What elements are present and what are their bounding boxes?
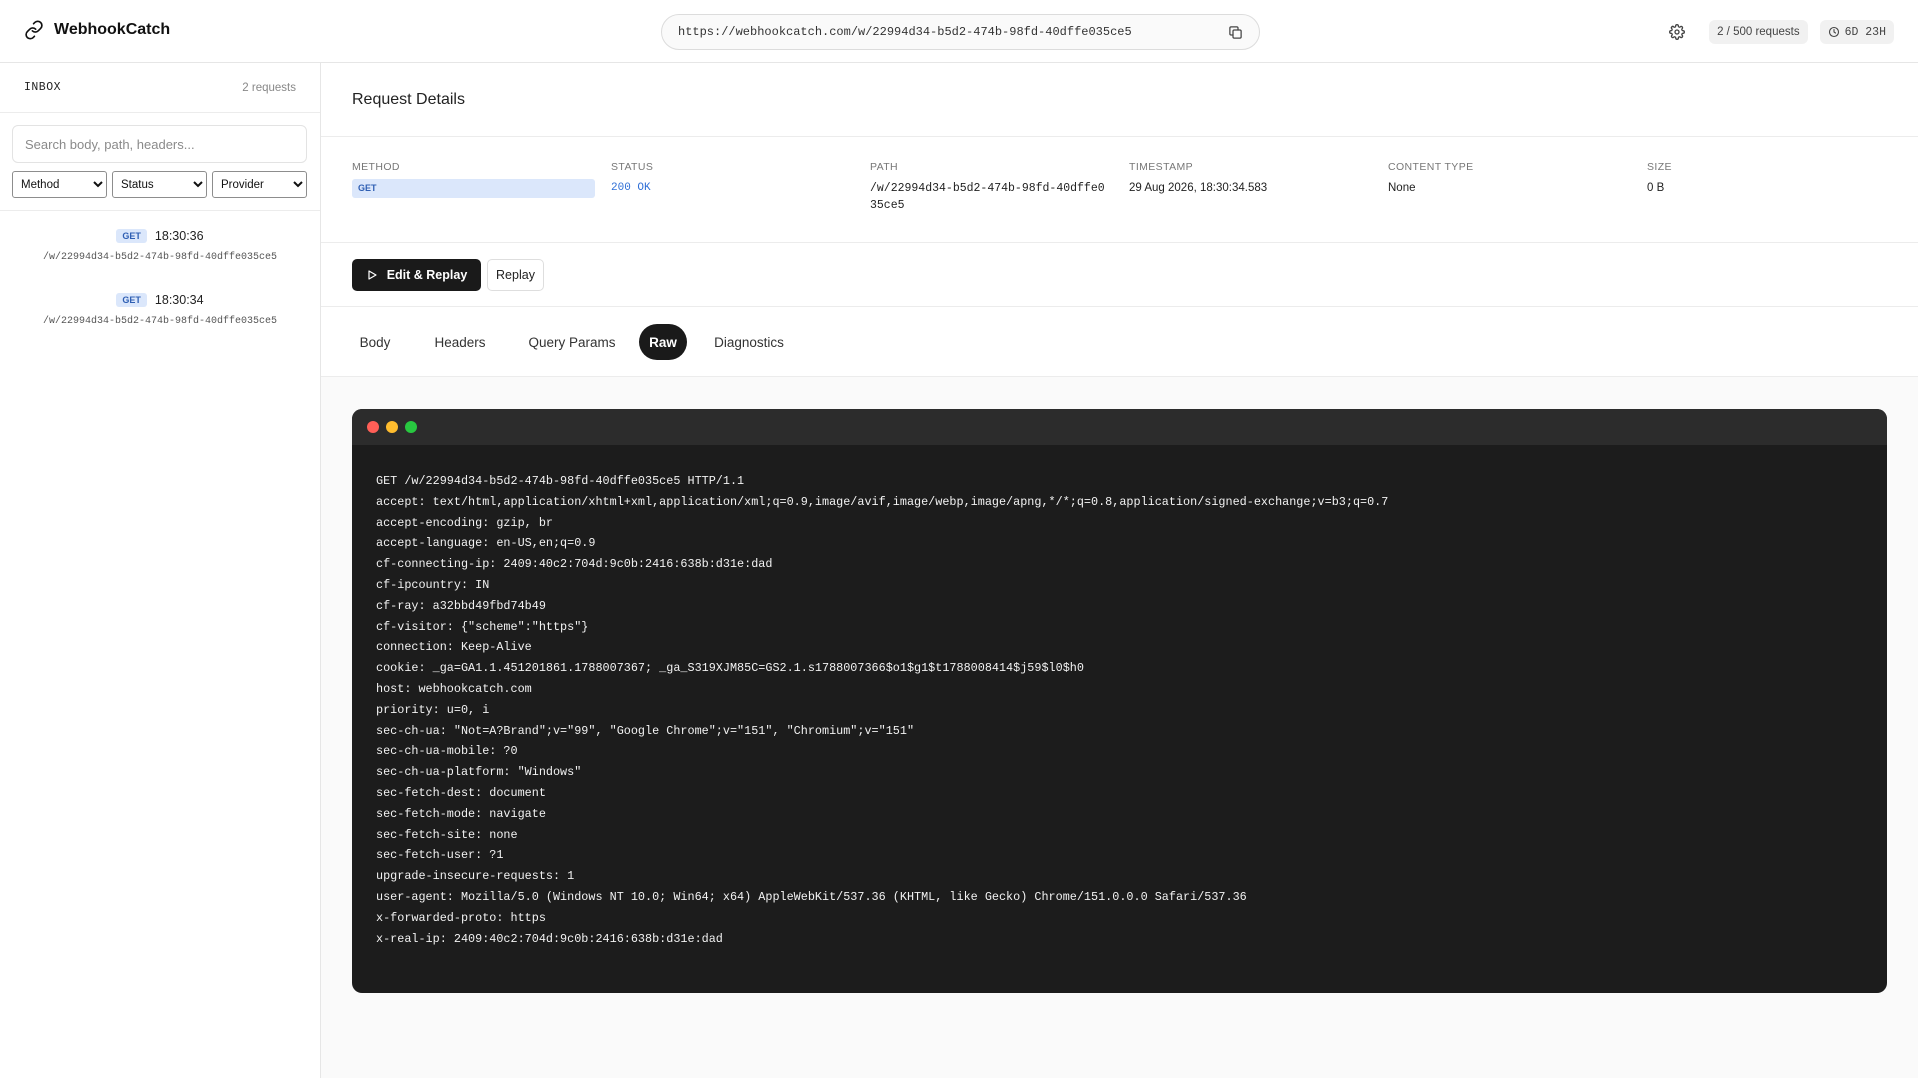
page-title: Request Details [352,91,465,108]
raw-line: connection: Keep-Alive [376,640,532,655]
inbox-header: INBOX 2 requests [0,63,320,113]
meta-content-type: CONTENT TYPE None [1388,161,1638,197]
main-panel: Request Details METHOD GET STATUS 200 OK… [321,63,1918,1078]
meta-status: STATUS 200 OK [611,161,861,197]
inbox-count: 2 requests [242,81,296,94]
link-icon [25,20,43,40]
request-meta: METHOD GET STATUS 200 OK PATH /w/22994d3… [321,137,1918,243]
tab-headers[interactable]: Headers [415,324,505,360]
raw-line: x-real-ip: 2409:40c2:704d:9c0b:2416:638b… [376,931,723,946]
request-path: /w/22994d34-b5d2-474b-98fd-40dffe035ce5 [42,316,278,327]
replay-label: Replay [496,268,535,282]
meta-label: STATUS [611,161,654,173]
top-bar: WebhookCatch https://webhookcatch.com/w/… [0,0,1918,63]
raw-line: cf-ray: a32bbd49fbd74b49 [376,598,546,613]
method-badge: GET [352,179,595,198]
timestamp-value: 29 Aug 2026, 18:30:34.583 [1129,182,1268,194]
raw-line: sec-fetch-site: none [376,827,518,842]
request-time: 18:30:34 [154,293,204,307]
meta-size: SIZE 0 B [1647,161,1897,197]
request-quota-text: 2 / 500 requests [1717,26,1800,38]
raw-line: sec-fetch-dest: document [376,785,546,800]
details-header: Request Details [321,63,1918,137]
raw-request-text[interactable]: GET /w/22994d34-b5d2-474b-98fd-40dffe035… [352,445,1887,975]
ttl-text: 6D 23H [1844,25,1886,39]
raw-line: sec-ch-ua-mobile: ?0 [376,744,518,759]
red-dot-icon [367,421,379,433]
webhook-url[interactable]: https://webhookcatch.com/w/22994d34-b5d2… [678,25,1225,39]
method-filter[interactable]: Method [12,171,107,198]
inbox-title: INBOX [24,81,62,94]
raw-line: accept-language: en-US,en;q=0.9 [376,536,596,551]
top-right-controls: 2 / 500 requests 6D 23H [1665,20,1894,44]
terminal-titlebar [352,409,1887,445]
search-input[interactable] [12,125,307,163]
tab-query-params[interactable]: Query Params [515,324,629,360]
raw-line: sec-fetch-mode: navigate [376,806,546,821]
request-time: 18:30:36 [154,229,204,243]
raw-line: cf-connecting-ip: 2409:40c2:704d:9c0b:24… [376,557,773,572]
raw-line: sec-ch-ua-platform: "Windows" [376,765,582,780]
meta-timestamp: TIMESTAMP 29 Aug 2026, 18:30:34.583 [1129,161,1379,197]
raw-line: user-agent: Mozilla/5.0 (Windows NT 10.0… [376,889,1247,904]
raw-line: sec-fetch-user: ?1 [376,848,504,863]
replay-button[interactable]: Replay [487,259,544,291]
sidebar-divider [0,210,320,211]
edit-replay-label: Edit & Replay [386,268,468,282]
clock-icon [1828,26,1839,38]
request-path: /w/22994d34-b5d2-474b-98fd-40dffe035ce5 [42,252,278,263]
sidebar: INBOX 2 requests Method Status Provider … [0,63,321,1078]
tab-body[interactable]: Body [345,324,405,360]
raw-line: sec-ch-ua: "Not=A?Brand";v="99", "Google… [376,723,915,738]
edit-replay-button[interactable]: Edit & Replay [352,259,481,291]
request-list: GET 18:30:36 /w/22994d34-b5d2-474b-98fd-… [0,226,320,354]
copy-icon[interactable] [1225,22,1245,42]
raw-line: accept-encoding: gzip, br [376,515,553,530]
raw-line: cf-ipcountry: IN [376,577,490,592]
meta-label: SIZE [1647,161,1672,173]
meta-label: CONTENT TYPE [1388,161,1474,173]
gear-icon[interactable] [1665,20,1689,44]
tab-raw[interactable]: Raw [639,324,687,360]
meta-label: TIMESTAMP [1129,161,1194,173]
path-value: /w/22994d34-b5d2-474b-98fd-40dffe035ce5 [870,182,1105,212]
ttl-badge: 6D 23H [1819,20,1894,44]
request-list-item[interactable]: GET 18:30:34 /w/22994d34-b5d2-474b-98fd-… [0,290,320,354]
raw-line: accept: text/html,application/xhtml+xml,… [376,494,1389,509]
status-filter[interactable]: Status [112,171,207,198]
meta-label: METHOD [352,161,400,173]
raw-request-viewer: GET /w/22994d34-b5d2-474b-98fd-40dffe035… [352,409,1887,993]
content-type-value: None [1388,182,1416,194]
raw-line: upgrade-insecure-requests: 1 [376,869,575,884]
brand[interactable]: WebhookCatch [24,20,170,40]
raw-line: cookie: _ga=GA1.1.451201861.1788007367; … [376,661,1084,676]
method-badge: GET [116,293,147,307]
size-value: 0 B [1647,182,1665,194]
request-quota-badge: 2 / 500 requests [1709,20,1808,44]
raw-line: priority: u=0, i [376,702,490,717]
meta-path: PATH /w/22994d34-b5d2-474b-98fd-40dffe03… [870,161,1120,214]
meta-label: PATH [870,161,899,173]
tab-diagnostics[interactable]: Diagnostics [697,324,801,360]
provider-filter[interactable]: Provider [212,171,307,198]
meta-method: METHOD GET [352,161,602,198]
yellow-dot-icon [386,421,398,433]
webhook-url-bar[interactable]: https://webhookcatch.com/w/22994d34-b5d2… [661,14,1260,50]
filter-row: Method Status Provider [12,171,307,198]
raw-line: cf-visitor: {"scheme":"https"} [376,619,589,634]
raw-line: GET /w/22994d34-b5d2-474b-98fd-40dffe035… [376,474,745,488]
green-dot-icon [405,421,417,433]
method-badge: GET [116,229,147,243]
request-list-item[interactable]: GET 18:30:36 /w/22994d34-b5d2-474b-98fd-… [0,226,320,290]
detail-tabs: Body Headers Query Params Raw Diagnostic… [321,307,1918,377]
raw-line: host: webhookcatch.com [376,681,532,696]
action-bar: Edit & Replay Replay [321,243,1918,307]
status-value: 200 OK [611,182,651,194]
brand-name: WebhookCatch [54,21,171,38]
raw-line: x-forwarded-proto: https [376,910,546,925]
play-icon [368,270,377,280]
